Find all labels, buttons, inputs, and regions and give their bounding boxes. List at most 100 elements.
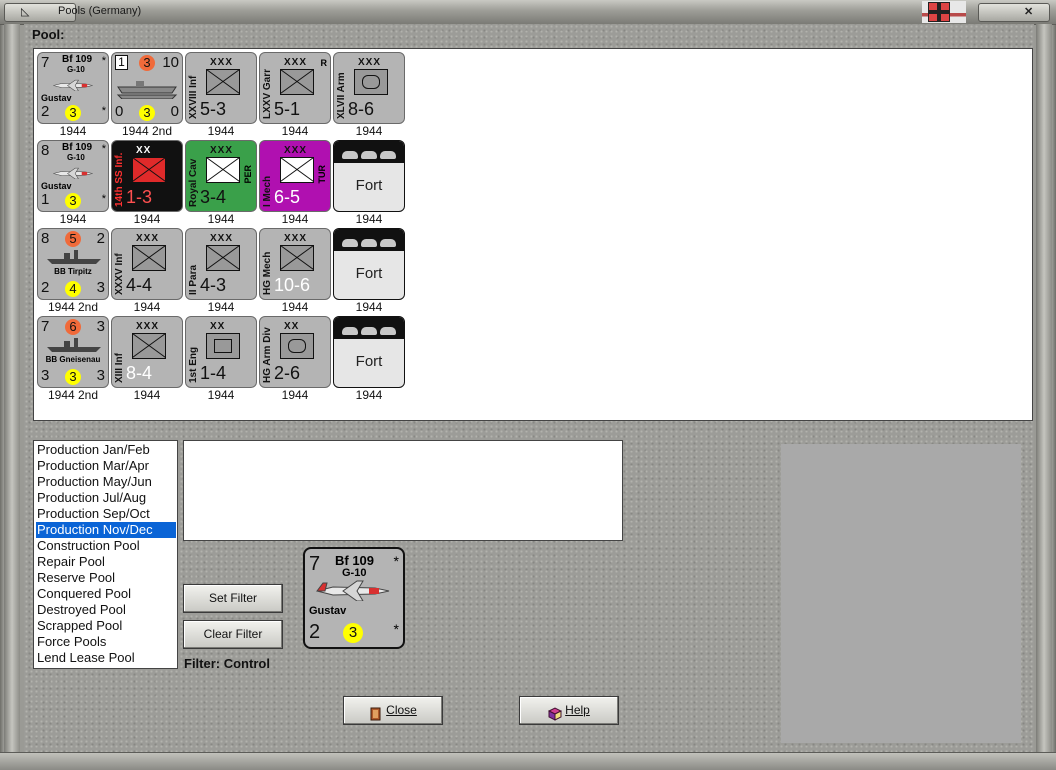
unit-strength: 4-4 xyxy=(126,275,153,295)
unit-size-mark: XX xyxy=(136,145,152,156)
counter-top-left: 7 xyxy=(309,553,321,575)
unit-symbol-icon xyxy=(280,157,314,183)
pool-list-item[interactable]: Scrapped Pool xyxy=(36,618,176,634)
title-bar[interactable]: ◺ Pools (Germany) ✕ xyxy=(0,0,1056,25)
pool-list-item[interactable]: Destroyed Pool xyxy=(36,602,176,618)
counter-caption: 1944 xyxy=(207,212,235,226)
close-window-button[interactable]: ✕ xyxy=(978,3,1050,22)
description-box xyxy=(183,440,623,541)
pool-counter[interactable]: 1st Eng XX 1-4 1944 xyxy=(185,316,259,404)
window-title: Pools (Germany) xyxy=(58,5,142,17)
pool-counter[interactable]: Royal Cav XXX PER 3-4 1944 xyxy=(185,140,259,228)
pool-list-item[interactable]: Production Sep/Oct xyxy=(36,506,176,522)
counter-rating-circle: 3 xyxy=(65,105,81,121)
unit-strength: 1-3 xyxy=(126,187,153,207)
pool-list[interactable]: Production Jan/Feb Production Mar/Apr Prod… xyxy=(33,440,178,669)
counter-caption: 1944 xyxy=(355,212,383,226)
pool-list-item[interactable]: Conquered Pool xyxy=(36,586,176,602)
counter-caption: 1944 xyxy=(281,124,309,138)
counter-caption: 1944 xyxy=(59,124,87,138)
unit-symbol-icon xyxy=(206,157,240,183)
unit-strength: 8-4 xyxy=(126,363,153,383)
pool-counter[interactable]: HG Mech XXX 10-6 1944 xyxy=(259,228,333,316)
unit-extra-mark: R xyxy=(320,58,328,68)
fort-trees-icon xyxy=(334,229,404,251)
counter-face: XXXV Inf XXX 4-4 xyxy=(111,228,183,300)
help-book-icon xyxy=(548,704,563,721)
counter-caption: 1944 xyxy=(207,124,235,138)
counter-top-left: 8 xyxy=(41,230,50,247)
counter-bottom-right: 3 xyxy=(96,279,105,296)
pool-counter[interactable]: XXXV Inf XXX 4-4 1944 xyxy=(111,228,185,316)
counter-caption: 1944 xyxy=(133,212,161,226)
pool-counter[interactable]: II Para XXX 4-3 1944 xyxy=(185,228,259,316)
counter-caption: 1944 xyxy=(133,388,161,402)
counter-pilot: Gustav xyxy=(41,181,72,191)
pool-list-item[interactable]: Reserve Pool xyxy=(36,570,176,586)
pool-counter[interactable]: 14th SS Inf. XX 1-3 1944 xyxy=(111,140,185,228)
unit-extra-mark: PER xyxy=(243,165,253,184)
pool-list-item[interactable]: Repair Pool xyxy=(36,554,176,570)
unit-strength: 3-4 xyxy=(200,187,227,207)
unit-symbol-icon xyxy=(132,333,166,359)
counter-bottom-middle: 3 xyxy=(65,369,81,385)
pool-counter[interactable]: LXXV Garr XXX R 5-1 1944 xyxy=(259,52,333,140)
unit-name-vertical: XXVIII Inf xyxy=(188,75,199,119)
pool-counter[interactable]: Fort 1944 xyxy=(333,228,407,316)
counter-top-left: 1 xyxy=(115,55,128,70)
counter-rating-circle: 3 xyxy=(343,623,363,643)
pool-counter[interactable]: XLVII Arm XXX 8-6 1944 xyxy=(333,52,407,140)
unit-size-mark: XXX xyxy=(210,233,234,244)
fighter-plane-icon xyxy=(316,580,390,601)
pool-counter[interactable]: 7 Bf 109 * G-10 Gustav 2 3 * 1944 xyxy=(37,52,111,140)
clear-filter-button[interactable]: Clear Filter xyxy=(183,620,283,649)
counter-caption: 1944 xyxy=(355,124,383,138)
counter-bottom-left: 2 xyxy=(41,103,50,120)
pool-counter[interactable]: 1 3 10 0 3 0 1944 2nd xyxy=(111,52,185,140)
counter-bottom-left: 3 xyxy=(41,367,50,384)
pool-counter[interactable]: XIII Inf XXX 8-4 1944 xyxy=(111,316,185,404)
counter-face: I Mech XXX TUR 6-5 xyxy=(259,140,331,212)
set-filter-button[interactable]: Set Filter xyxy=(183,584,283,613)
pool-counter[interactable]: 7 6 3 BB Gneisenau 3 3 3 1944 2nd xyxy=(37,316,111,404)
counter-star-top: * xyxy=(101,55,106,67)
pool-list-item[interactable]: Production May/Jun xyxy=(36,474,176,490)
unit-strength: 10-6 xyxy=(274,275,311,295)
counter-face: Fort xyxy=(333,228,405,300)
left-rail xyxy=(4,24,20,752)
pool-counter[interactable]: Fort 1944 xyxy=(333,140,407,228)
counter-face: 7 Bf 109 * G-10 Gustav 2 3 * xyxy=(37,52,109,124)
pool-list-item[interactable]: Production Jan/Feb xyxy=(36,442,176,458)
pool-counter[interactable]: XXVIII Inf XXX 5-3 1944 xyxy=(185,52,259,140)
counter-name: Bf 109 xyxy=(335,553,375,568)
pool-counter[interactable]: 8 5 2 BB Tirpitz 2 4 3 1944 2nd xyxy=(37,228,111,316)
counter-pilot: Gustav xyxy=(309,605,347,617)
pool-counter[interactable]: 8 Bf 109 * G-10 Gustav 1 3 * 1944 xyxy=(37,140,111,228)
counter-bottom-right: 0 xyxy=(170,103,179,120)
counter-face: 7 6 3 BB Gneisenau 3 3 3 xyxy=(37,316,109,388)
unit-name-vertical: 1st Eng xyxy=(188,346,199,383)
counter-face: LXXV Garr XXX R 5-1 xyxy=(259,52,331,124)
pool-counter[interactable]: Fort 1944 xyxy=(333,316,407,404)
pool-list-item[interactable]: Construction Pool xyxy=(36,538,176,554)
selected-counter[interactable]: 7 Bf 109 * G-10 Gustav 2 3 * xyxy=(303,547,405,649)
counter-face: II Para XXX 4-3 xyxy=(185,228,257,300)
counter-caption: 1944 xyxy=(281,388,309,402)
pool-list-item[interactable]: Force Pools xyxy=(36,634,176,650)
counter-caption: 1944 xyxy=(355,388,383,402)
pool-list-item[interactable]: Production Jul/Aug xyxy=(36,490,176,506)
counter-top-right: 10 xyxy=(162,54,179,71)
pool-list-item[interactable]: Production Mar/Apr xyxy=(36,458,176,474)
counter-top-right: 2 xyxy=(96,230,105,247)
pool-counter[interactable]: HG Arm Div XX 2-6 1944 xyxy=(259,316,333,404)
pool-counter[interactable]: I Mech XXX TUR 6-5 1944 xyxy=(259,140,333,228)
counter-bottom-left: 1 xyxy=(41,191,50,208)
counter-face: Fort xyxy=(333,316,405,388)
pool-list-item[interactable]: Production Nov/Dec xyxy=(36,522,176,538)
pool-list-item[interactable]: Lend Lease Pool xyxy=(36,650,176,666)
unit-symbol-icon xyxy=(132,245,166,271)
unit-name-vertical: 14th SS Inf. xyxy=(114,152,125,207)
help-button[interactable]: Help xyxy=(519,696,619,725)
close-button[interactable]: Close xyxy=(343,696,443,725)
unit-size-mark: XXX xyxy=(136,321,160,332)
